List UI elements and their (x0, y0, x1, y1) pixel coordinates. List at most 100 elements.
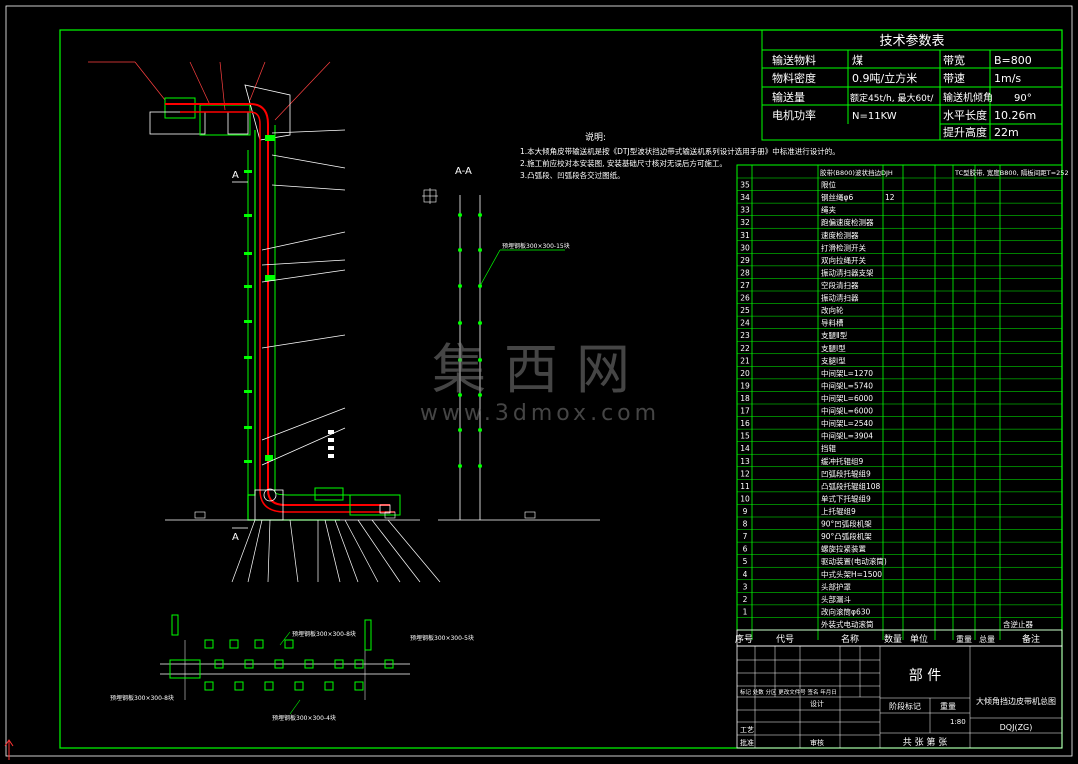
bom-item-no: 22 (740, 344, 750, 353)
title-part: 部 件 (909, 668, 941, 684)
bom-item-name: 挡辊 (821, 443, 836, 453)
bom-item-name: 支腿Ⅰ型 (821, 343, 846, 353)
bom-item-name: 振动清扫器支架 (821, 267, 874, 277)
bom-item-name: 中间架L=1270 (821, 368, 873, 378)
param-key: 带速 (943, 72, 965, 85)
bom-item-name: 绳夹 (821, 205, 836, 215)
param-key: 输送量 (772, 90, 805, 104)
bom-item-no: 31 (740, 231, 750, 240)
section-mark-top: A (232, 170, 239, 181)
watermark-url: www.3dmox.com (420, 401, 660, 426)
bom-header-remark: 备注 (1022, 633, 1040, 645)
cad-drawing-canvas[interactable]: 技术参数表 输送物料 煤 带宽 B=800 物料密度 0.9吨/立方米 带速 1… (0, 0, 1078, 764)
bom-item-no: 20 (740, 369, 750, 378)
notes-title: 说明: (585, 131, 606, 143)
section-callout: 预埋钢板300×300-15块 (502, 242, 570, 250)
bom-item-name: 头部漏斗 (821, 594, 851, 604)
bom-item-no: 12 (740, 469, 750, 478)
param-value: 90° (1014, 93, 1032, 104)
bom-header-seq: 序号 (735, 633, 753, 645)
bom-item-no: 15 (740, 432, 750, 441)
param-value: 22m (994, 126, 1019, 139)
bom-header-qty: 数量 (884, 633, 902, 645)
bom-item-name: 头部护罩 (821, 581, 851, 591)
param-key: 水平长度 (943, 108, 987, 122)
bom-item-no: 29 (740, 256, 750, 265)
note-line: 1.本大倾角皮带输送机是按《DTJ型波状挡边带式输送机系列设计选用手册》中标准进… (520, 146, 840, 156)
plan-callout: 预埋钢板300×300-5块 (410, 634, 474, 642)
bom-item-no: 11 (740, 482, 750, 491)
bom-item-no: 8 (743, 520, 748, 529)
bottom-leaders (231, 519, 441, 583)
bom-item-name: 中间架L=2540 (821, 418, 873, 428)
bom-item-no: 4 (743, 570, 748, 579)
bom-item-name: 螺旋拉紧装置 (821, 544, 866, 554)
bom-item-name: 导料槽 (821, 318, 844, 328)
bom-item-qty: 12 (885, 193, 895, 202)
param-key: 物料密度 (772, 71, 816, 85)
title-designer: 设计 (810, 699, 824, 708)
bom-item-name: 90°凹弧段机架 (821, 519, 872, 529)
param-key: 带宽 (943, 53, 965, 67)
params-table: 技术参数表 输送物料 煤 带宽 B=800 物料密度 0.9吨/立方米 带速 1… (761, 29, 1063, 141)
param-value: 0.9吨/立方米 (852, 71, 917, 85)
bom-item-name: 中式头架H=1500 (821, 569, 882, 579)
bom-item-name: 凹弧段托辊组9 (821, 468, 871, 478)
plan-callout: 预埋钢板300×300-8块 (292, 630, 356, 638)
title-stage: 阶段标记 (889, 701, 921, 711)
bom-item-name: 外装式电动滚筒 (821, 619, 874, 629)
elevation-view: A A (88, 61, 441, 583)
watermark: 集西网 www.3dmox.com (420, 338, 660, 426)
bom-item-name: 速度检测器 (821, 230, 859, 240)
bom-item-no: 16 (740, 419, 750, 428)
bom-rows: 35 限位34 钢丝绳φ6 1233 绳夹32 跑偏速度检测器31 速度检测器30 打滑检测开… (737, 177, 1062, 631)
bom-item-name: 驱动装置(电动滚筒) (821, 556, 887, 566)
param-value: 10.26m (994, 109, 1036, 122)
bom-item-no: 13 (740, 457, 750, 466)
bom-item-name: 缓冲托辊组9 (821, 456, 863, 466)
bom-item-name: 90°凸弧段机架 (821, 531, 872, 541)
bom-header-total: 总量 (979, 634, 995, 644)
note-line: 2.施工前应校对本安装图, 安装基础尺寸核对无误后方可施工。 (520, 158, 727, 168)
plan-footings (171, 614, 394, 691)
plan-view: 预埋钢板300×300-8块 预埋钢板300×300-8块 预埋钢板300×30… (110, 614, 474, 722)
bom-item-no: 35 (740, 181, 750, 190)
bom-item-no: 30 (740, 243, 750, 252)
plan-callout: 预埋钢板300×300-4块 (272, 714, 336, 722)
notes-block: 说明: 1.本大倾角皮带输送机是按《DTJ型波状挡边带式输送机系列设计选用手册》… (520, 131, 840, 180)
bom-header-unit: 单位 (910, 633, 928, 645)
param-value: N=11KW (852, 111, 897, 122)
bom-item-no: 14 (740, 444, 750, 453)
bom-item-no: 10 (740, 494, 750, 503)
title-scale-value: 1:80 (950, 718, 966, 726)
section-mark-bottom: A (232, 532, 239, 543)
bom-item-name: 支腿Ⅱ型 (821, 330, 848, 340)
bom-item-name: 单式下托辊组9 (821, 493, 871, 503)
bom-item-no: 2 (743, 595, 748, 604)
param-value: 额定45t/h, 最大60t/ (850, 92, 934, 104)
bom-item-name: 中间架L=5740 (821, 380, 873, 390)
bom-item-name: 空段清扫器 (821, 280, 859, 290)
bom-item-no: 3 (743, 582, 748, 591)
title-block: 部 件 大倾角挡边皮带机总图 DQJ(ZG) 阶段标记 重量 1:80 共 张 … (736, 645, 1063, 749)
bom-item-name: 中间架L=6000 (821, 406, 873, 416)
title-approve: 批准 (740, 738, 754, 747)
bom-item-name: 振动清扫器 (821, 293, 859, 303)
param-key: 输送物料 (772, 53, 816, 67)
bom-top-row-name: 胶带(B800)波状挡边DJH (820, 168, 893, 177)
section-label: A-A (455, 166, 472, 177)
bom-item-name: 限位 (821, 180, 836, 190)
bom-header-code: 代号 (776, 634, 794, 645)
bom-item-name: 中间架L=6000 (821, 393, 873, 403)
bom-item-no: 17 (740, 407, 750, 416)
bom-top-row-remark: TC型胶带, 宽度B800, 隔板间距T=252 (954, 168, 1069, 177)
bom-item-no: 1 (743, 607, 748, 616)
bom-item-name: 支腿Ⅰ型 (821, 355, 846, 365)
bom-item-name: 打滑检测开关 (821, 242, 866, 252)
note-line: 3.凸弧段、凹弧段各交过图纸。 (520, 170, 625, 180)
param-key: 输送机倾角 (943, 91, 993, 104)
bom-item-name: 改向轮 (821, 305, 844, 315)
bom-item-no: 5 (743, 557, 748, 566)
bom-item-no: 23 (740, 331, 750, 340)
bom-item-name: 钢丝绳φ6 (821, 192, 853, 202)
